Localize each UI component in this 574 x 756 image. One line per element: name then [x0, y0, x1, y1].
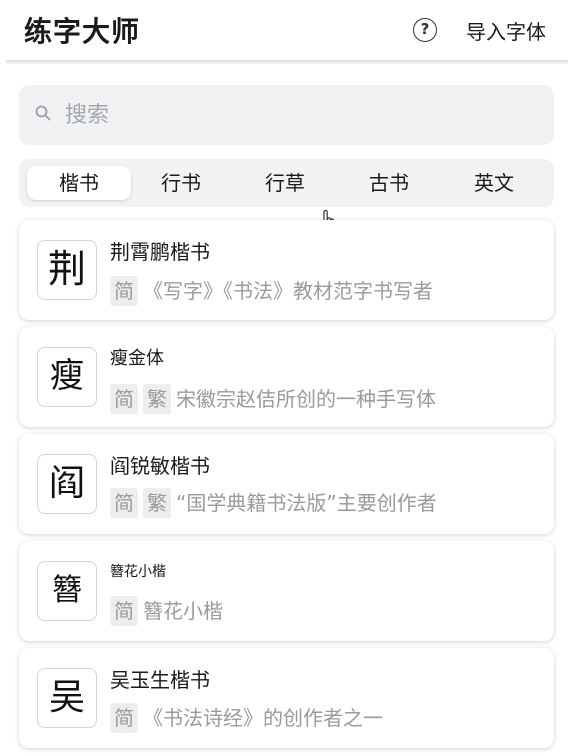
font-name: 荆霄鹏楷书: [110, 240, 210, 264]
font-description: “国学典籍书法版”主要创作者: [176, 491, 437, 515]
font-description: 《书法诗经》的创作者之一: [143, 706, 383, 730]
font-name: 瘦金体: [110, 348, 164, 369]
badge-simplified: 简: [110, 596, 138, 626]
font-meta: 简《书法诗经》的创作者之一: [110, 703, 383, 733]
font-card[interactable]: 簪 簪花小楷 简簪花小楷: [19, 541, 554, 641]
font-preview-glyph: 荆: [37, 240, 97, 300]
app-header: 练字大师 ? 导入字体: [0, 0, 574, 62]
question-circle-icon[interactable]: ?: [413, 18, 437, 42]
style-tabs: 楷书 行书 行草 古书 英文: [19, 159, 554, 207]
font-preview-glyph: 吴: [37, 668, 97, 728]
tab-kaishu[interactable]: 楷书: [27, 166, 131, 200]
badge-traditional: 繁: [143, 488, 171, 518]
font-card[interactable]: 瘦 瘦金体 简繁宋徽宗赵佶所创的一种手写体: [19, 327, 554, 427]
badge-simplified: 简: [110, 276, 138, 306]
tab-yingwen[interactable]: 英文: [442, 166, 546, 200]
search-bar[interactable]: [19, 85, 554, 145]
font-meta: 简繁 “国学典籍书法版”主要创作者: [110, 488, 437, 518]
import-font-button[interactable]: 导入字体: [466, 16, 546, 45]
font-description: 宋徽宗赵佶所创的一种手写体: [176, 387, 436, 411]
font-meta: 简簪花小楷: [110, 596, 223, 626]
font-meta: 简繁宋徽宗赵佶所创的一种手写体: [110, 384, 436, 414]
font-name: 阎锐敏楷书: [110, 454, 210, 478]
font-meta: 简《写字》《书法》教材范字书写者: [110, 276, 433, 306]
badge-simplified: 简: [110, 384, 138, 414]
font-preview-glyph: 阎: [37, 454, 97, 514]
font-description: 《写字》《书法》教材范字书写者: [143, 279, 433, 303]
font-description: 簪花小楷: [143, 599, 223, 623]
tab-gushu[interactable]: 古书: [337, 166, 441, 200]
search-icon: [35, 105, 51, 121]
font-card[interactable]: 阎 阎锐敏楷书 简繁 “国学典籍书法版”主要创作者: [19, 434, 554, 534]
tab-xingcao[interactable]: 行草: [233, 166, 337, 200]
font-card[interactable]: 吴 吴玉生楷书 简《书法诗经》的创作者之一: [19, 648, 554, 748]
badge-simplified: 简: [110, 703, 138, 733]
badge-traditional: 繁: [143, 384, 171, 414]
font-name: 吴玉生楷书: [110, 668, 210, 692]
font-card[interactable]: 荆 荆霄鹏楷书 简《写字》《书法》教材范字书写者: [19, 220, 554, 320]
font-preview-glyph: 簪: [37, 561, 97, 621]
font-preview-glyph: 瘦: [37, 347, 97, 407]
badge-simplified: 简: [110, 488, 138, 518]
header-divider: [6, 60, 568, 64]
tab-xingshu[interactable]: 行书: [129, 166, 233, 200]
font-name: 簪花小楷: [110, 564, 166, 580]
search-input[interactable]: [65, 97, 535, 133]
app-title: 练字大师: [24, 15, 141, 48]
